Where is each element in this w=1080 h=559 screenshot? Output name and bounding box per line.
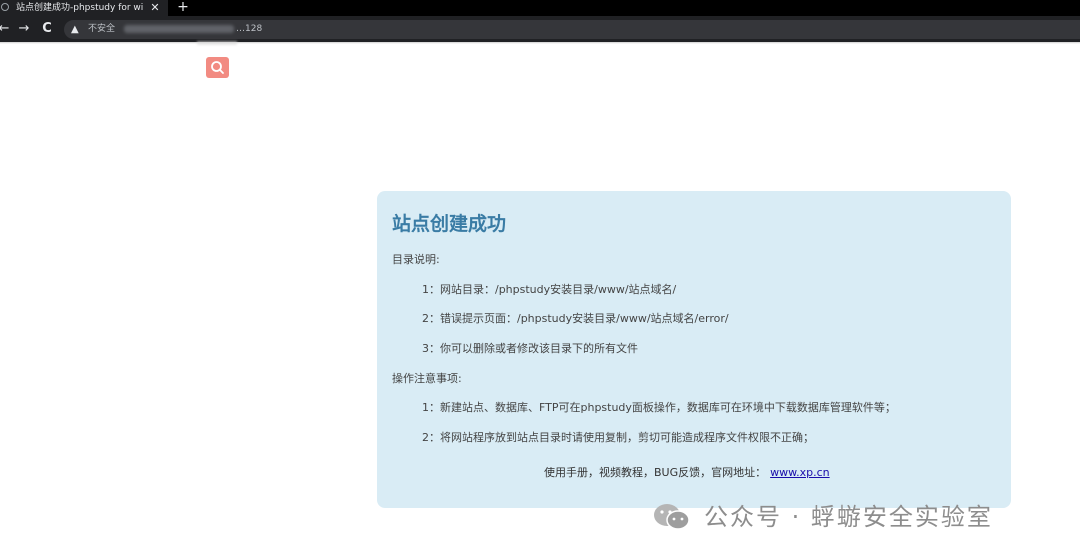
address-bar[interactable]: ▲ 不安全 …128 bbox=[64, 20, 1080, 39]
blurred-fragment bbox=[197, 41, 237, 45]
watermark-text: 公众号 · 蜉蝣安全实验室 bbox=[704, 503, 993, 531]
search-icon bbox=[211, 61, 224, 74]
browser-toolbar: ← → C ▲ 不安全 …128 bbox=[0, 16, 1080, 42]
tab-close-button[interactable]: ✕ bbox=[150, 0, 160, 16]
footer-text: 使用手册，视频教程，BUG反馈，官网地址： bbox=[544, 466, 767, 479]
tab-bar: 站点创建成功-phpstudy for wi ✕ + bbox=[0, 0, 1080, 16]
dir-heading: 目录说明: bbox=[392, 253, 440, 266]
page-title: 站点创建成功 bbox=[392, 213, 507, 235]
dir-item: 3：你可以删除或者修改该目录下的所有文件 bbox=[422, 342, 638, 355]
toolbar-divider bbox=[0, 42, 1080, 44]
official-site-link[interactable]: www.xp.cn bbox=[770, 466, 830, 479]
browser-tab[interactable]: 站点创建成功-phpstudy for wi ✕ bbox=[0, 0, 168, 16]
wechat-icon bbox=[654, 504, 690, 530]
security-label: 不安全 bbox=[88, 24, 116, 34]
reload-button[interactable]: C bbox=[39, 20, 55, 38]
new-tab-button[interactable]: + bbox=[176, 0, 190, 15]
note-item: 1：新建站点、数据库、FTP可在phpstudy面板操作，数据库可在环境中下载数… bbox=[422, 401, 896, 414]
address-text: …128 bbox=[236, 24, 263, 34]
dir-item: 2：错误提示页面：/phpstudy安装目录/www/站点域名/error/ bbox=[422, 312, 729, 325]
success-panel: 站点创建成功 目录说明: 1：网站目录：/phpstudy安装目录/www/站点… bbox=[377, 191, 1011, 508]
tab-title: 站点创建成功-phpstudy for wi bbox=[16, 3, 144, 13]
dir-item: 1：网站目录：/phpstudy安装目录/www/站点域名/ bbox=[422, 283, 677, 296]
warning-icon: ▲ bbox=[71, 24, 79, 35]
note-item: 2：将网站程序放到站点目录时请使用复制，剪切可能造成程序文件权限不正确； bbox=[422, 431, 814, 444]
back-button[interactable]: ← bbox=[0, 20, 12, 38]
search-button[interactable] bbox=[206, 57, 229, 78]
forward-button[interactable]: → bbox=[16, 20, 32, 38]
blurred-address bbox=[124, 25, 234, 33]
notes-heading: 操作注意事项: bbox=[392, 372, 462, 385]
globe-icon bbox=[1, 3, 9, 11]
footer-line: 使用手册，视频教程，BUG反馈，官网地址： www.xp.cn bbox=[544, 464, 830, 480]
